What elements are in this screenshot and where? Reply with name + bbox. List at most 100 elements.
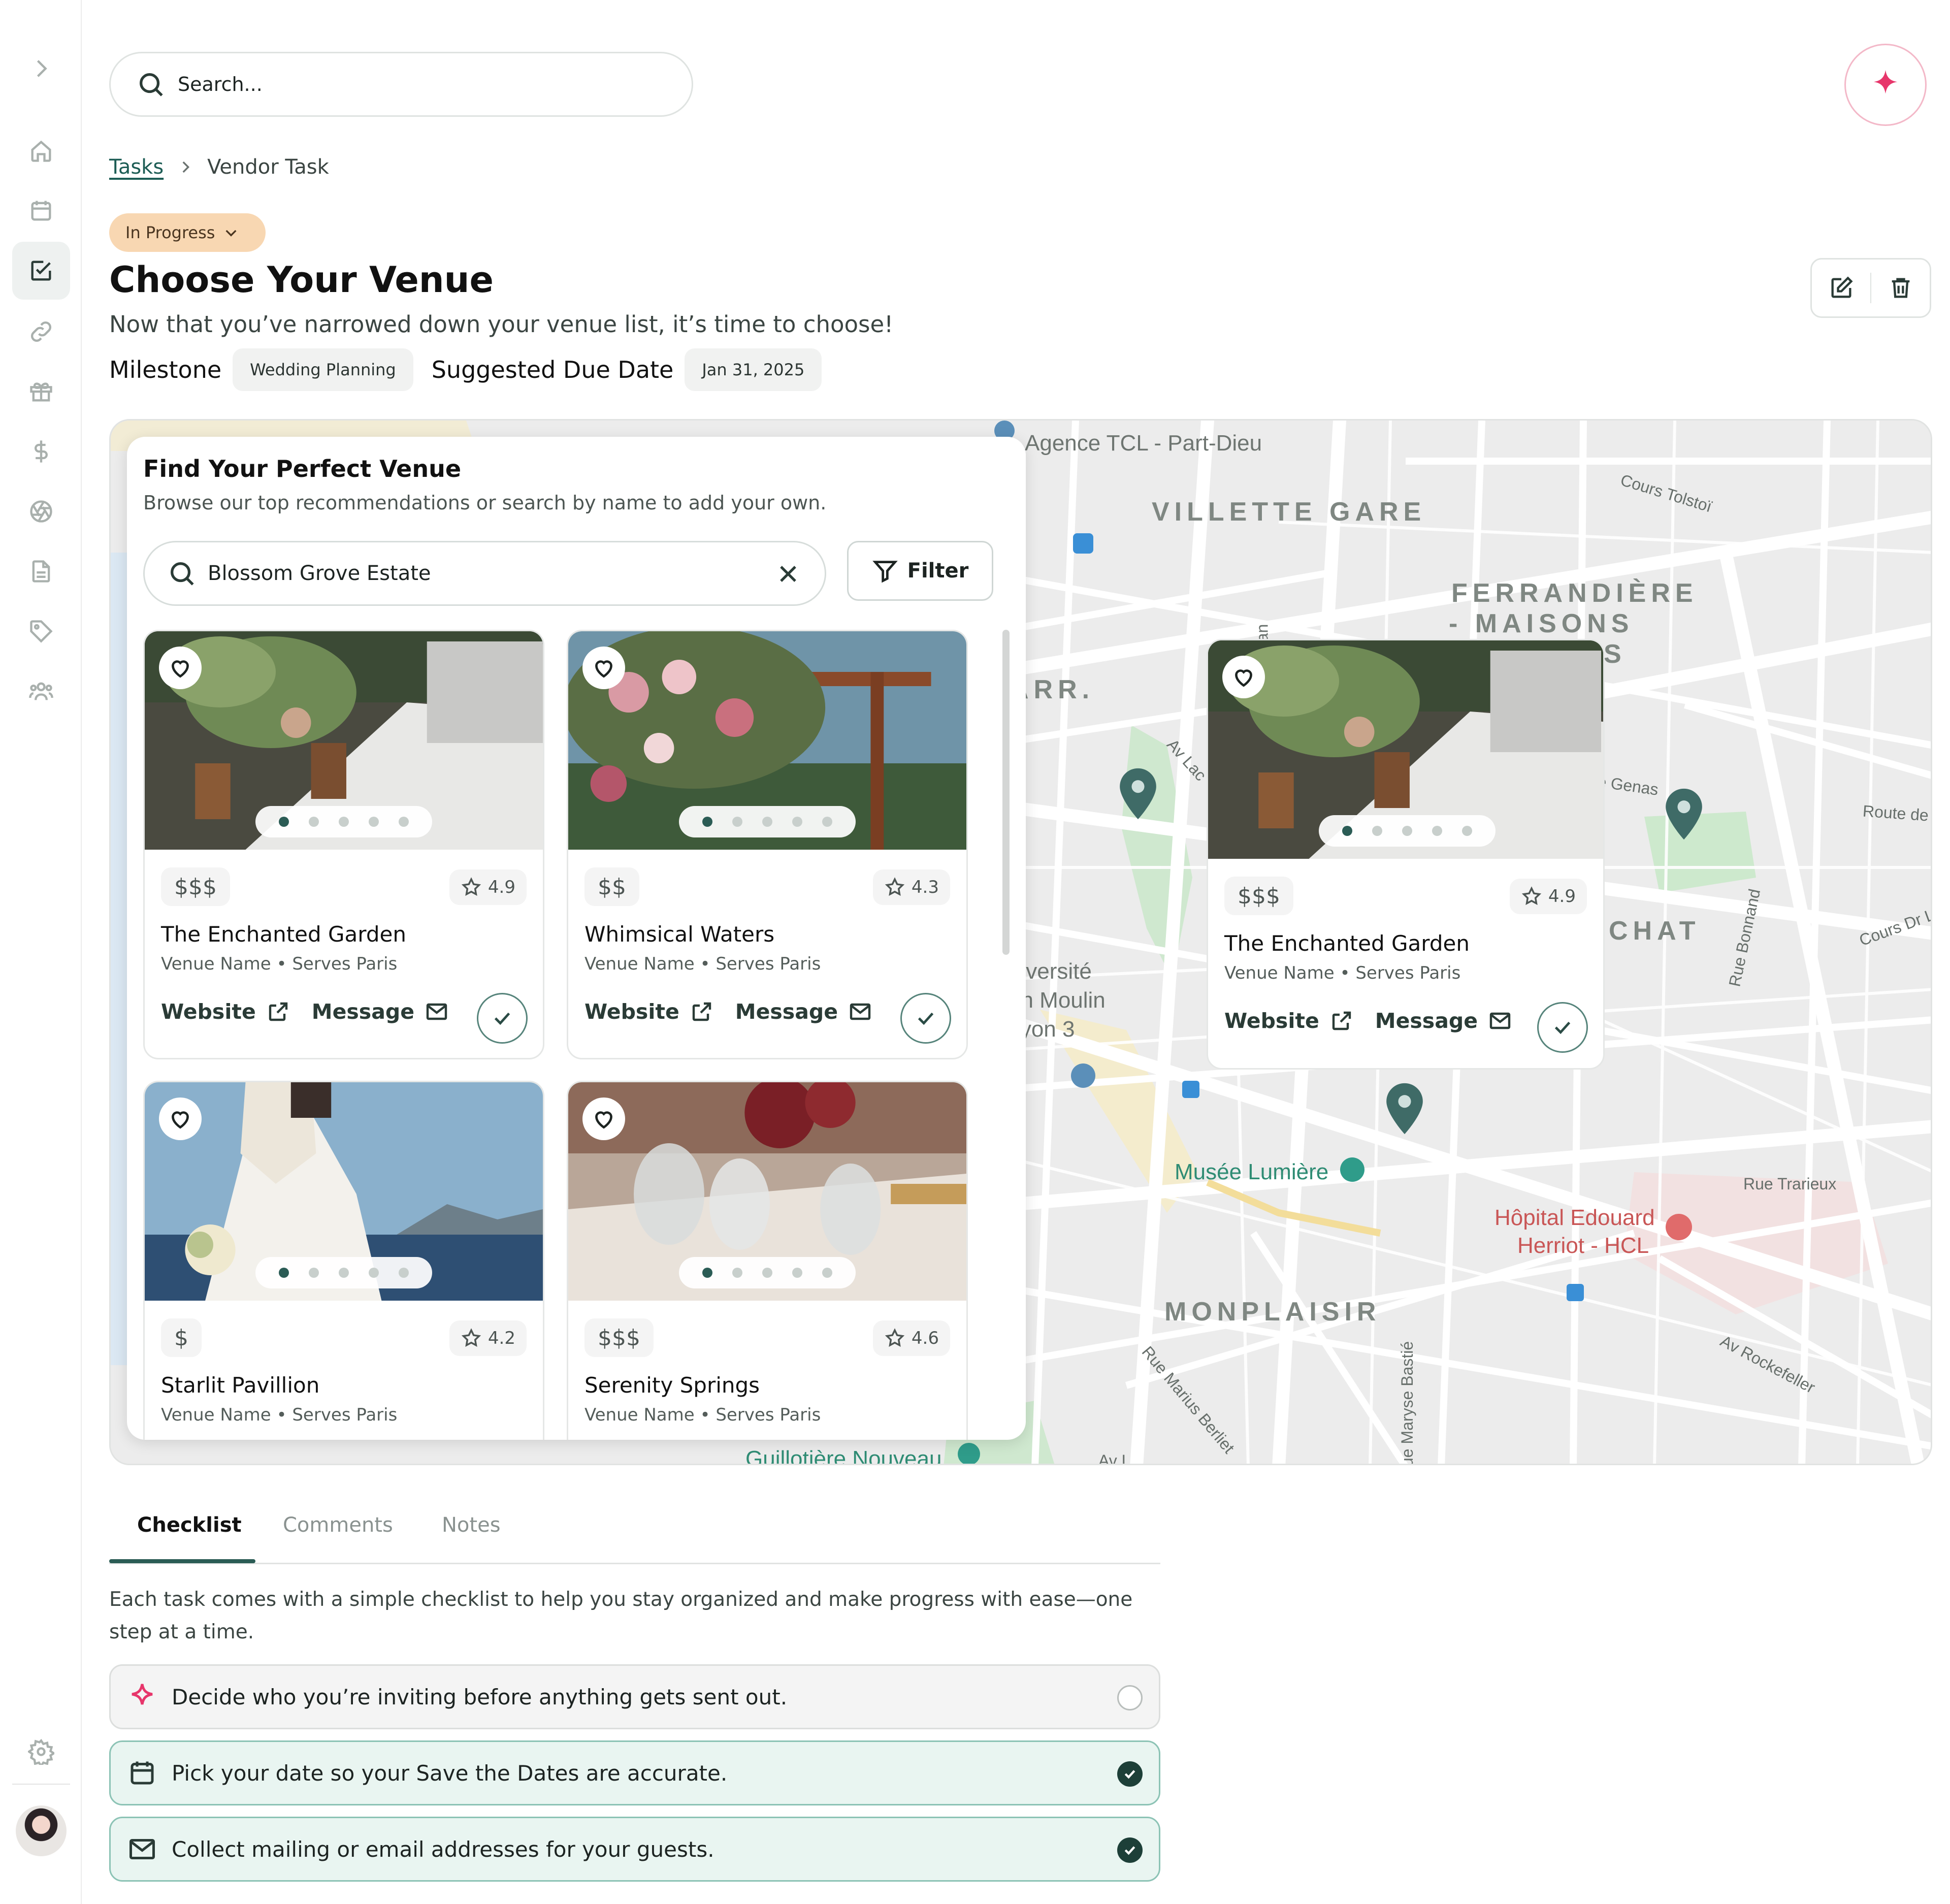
carousel-dot[interactable] [338,817,349,827]
venue-search[interactable] [143,541,826,606]
carousel-dot[interactable] [399,1268,409,1278]
carousel-dot[interactable] [792,817,803,827]
sidebar-item-guests[interactable] [12,662,70,720]
sidebar-item-tasks[interactable] [12,242,70,300]
sidebar-item-photos[interactable] [12,482,70,540]
checklist-item[interactable]: Pick your date so your Save the Dates ar… [109,1740,1160,1805]
rating-badge: 4.9 [1509,879,1587,914]
sidebar-item-documents[interactable] [12,542,70,600]
delete-button[interactable] [1871,260,1930,316]
image-carousel-dots[interactable] [255,1257,432,1288]
sidebar-item-calendar[interactable] [12,182,70,240]
favorite-button[interactable] [1222,656,1265,698]
tab-checklist[interactable]: Checklist [137,1513,242,1537]
image-carousel-dots[interactable] [1319,815,1496,847]
carousel-dot[interactable] [822,817,833,827]
website-link[interactable]: Website [161,999,290,1024]
carousel-dot[interactable] [338,1268,349,1278]
carousel-dot[interactable] [792,1268,803,1278]
select-venue-button[interactable] [477,993,528,1044]
website-link[interactable]: Website [584,999,714,1024]
checklist-checkbox[interactable] [1117,1761,1143,1787]
map-pin[interactable] [1383,1081,1426,1137]
sidebar-item-gifts[interactable] [12,363,70,421]
mail-icon [426,1003,447,1020]
select-venue-button[interactable] [900,993,951,1044]
map-pin[interactable] [1662,786,1706,842]
carousel-dot[interactable] [702,1268,712,1278]
global-search[interactable] [109,52,693,117]
carousel-dot[interactable] [399,817,409,827]
carousel-dot[interactable] [1402,826,1412,836]
venue-name: The Enchanted Garden [161,922,406,947]
venue-subtitle: Venue Name • Serves Paris [584,954,821,974]
image-carousel-dots[interactable] [679,1257,856,1288]
carousel-dot[interactable] [1462,826,1473,836]
carousel-dot[interactable] [1432,826,1443,836]
chevron-right-icon [37,60,47,77]
task-meta: Milestone Wedding Planning Suggested Due… [109,348,840,391]
search-input[interactable] [178,73,635,95]
message-link[interactable]: Message [1375,1009,1512,1033]
sidebar-item-home[interactable] [12,122,70,180]
sidebar-item-budget[interactable] [12,423,70,480]
checklist-checkbox[interactable] [1117,1685,1143,1711]
heart-icon [595,1111,612,1129]
carousel-dot[interactable] [369,817,379,827]
sidebar-item-settings[interactable] [12,1723,70,1781]
tab-comments[interactable]: Comments [283,1513,393,1537]
sidebar-item-links[interactable] [12,303,70,361]
venue-card[interactable]: $$$ 4.9 The Enchanted Garden Venue Name … [143,630,544,1059]
message-link[interactable]: Message [735,999,872,1024]
carousel-dot[interactable] [702,817,712,827]
checklist-item[interactable]: Collect mailing or email addresses for y… [109,1817,1160,1882]
breadcrumb-tasks-link[interactable]: Tasks [109,155,164,179]
venue-card[interactable]: $$ 4.3 Whimsical Waters Venue Name • Ser… [567,630,968,1059]
image-carousel-dots[interactable] [679,806,856,837]
carousel-dot[interactable] [732,1268,742,1278]
map-venue-popup[interactable]: $$$ 4.9 The Enchanted Garden Venue Name … [1207,639,1605,1070]
carousel-dot[interactable] [369,1268,379,1278]
sparkle-icon [132,1684,153,1705]
venue-search-input[interactable] [208,562,756,585]
select-venue-button[interactable] [1537,1002,1588,1053]
sidebar-item-tags[interactable] [12,602,70,660]
edit-button[interactable] [1812,260,1870,316]
ai-assistant-button[interactable] [1844,44,1927,126]
carousel-dot[interactable] [1342,826,1352,836]
breadcrumb-current: Vendor Task [207,155,329,179]
tab-notes[interactable]: Notes [442,1513,501,1537]
carousel-dot[interactable] [278,817,289,827]
checklist-item[interactable]: Decide who you’re inviting before anythi… [109,1664,1160,1729]
favorite-button[interactable] [159,1098,202,1140]
favorite-button[interactable] [582,1098,625,1140]
carousel-dot[interactable] [762,817,772,827]
rating-value: 4.6 [911,1328,939,1348]
expand-sidebar-button[interactable] [12,40,70,98]
status-dropdown[interactable]: In Progress [109,213,266,252]
favorite-button[interactable] [582,647,625,689]
heart-icon [595,660,612,678]
results-scrollbar[interactable] [1002,630,1010,955]
carousel-dot[interactable] [822,1268,833,1278]
clear-search-button[interactable] [774,560,802,588]
carousel-dot[interactable] [278,1268,289,1278]
carousel-dot[interactable] [1372,826,1382,836]
rating-badge: 4.9 [449,869,527,905]
carousel-dot[interactable] [762,1268,772,1278]
message-link[interactable]: Message [312,999,449,1024]
filter-button[interactable]: Filter [847,541,993,601]
carousel-dot[interactable] [308,817,319,827]
venue-card[interactable]: $ 4.2 Starlit Pavillion Venue Name • Ser… [143,1081,544,1440]
map-pin[interactable] [1116,766,1160,822]
image-carousel-dots[interactable] [255,806,432,837]
avatar[interactable] [16,1805,67,1856]
check-icon [1124,1846,1135,1855]
carousel-dot[interactable] [308,1268,319,1278]
checklist-checkbox[interactable] [1117,1837,1143,1863]
map-label: FERRANDIÈRE [1451,578,1698,608]
venue-card[interactable]: $$$ 4.6 Serenity Springs Venue Name • Se… [567,1081,968,1440]
website-link[interactable]: Website [1224,1009,1354,1033]
carousel-dot[interactable] [732,817,742,827]
favorite-button[interactable] [159,647,202,689]
